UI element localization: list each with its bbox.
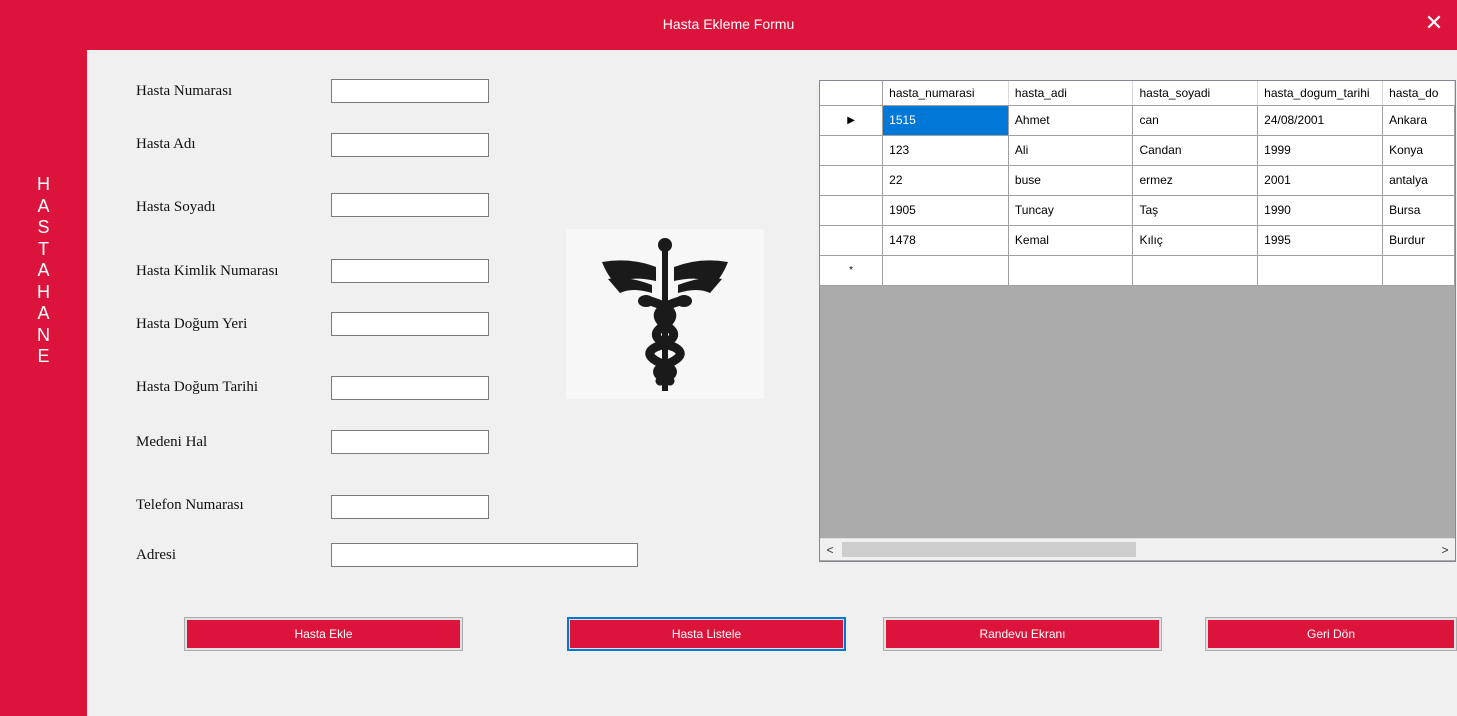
table-row[interactable]: 22 buse ermez 2001 antalya bbox=[820, 165, 1455, 196]
grid-corner-header[interactable] bbox=[820, 81, 884, 106]
label-hasta-kimlik-numarasi: Hasta Kimlik Numarası bbox=[136, 263, 279, 279]
table-cell[interactable]: Kılıç bbox=[1132, 225, 1259, 256]
title-bar: Hasta Ekleme Formu ✕ bbox=[0, 0, 1457, 50]
hasta-ekle-button[interactable]: Hasta Ekle bbox=[184, 617, 463, 651]
row-header[interactable] bbox=[820, 225, 884, 256]
geri-don-button[interactable]: Geri Dön bbox=[1205, 617, 1457, 651]
table-cell[interactable]: Bursa bbox=[1382, 195, 1455, 226]
randevu-ekrani-label: Randevu Ekranı bbox=[886, 620, 1159, 648]
scrollbar-thumb[interactable] bbox=[842, 542, 1136, 557]
table-cell[interactable]: 24/08/2001 bbox=[1257, 105, 1384, 136]
banner-letter: A bbox=[37, 260, 50, 280]
current-row-icon[interactable]: ▶ bbox=[820, 105, 884, 136]
grid-header-row: hasta_numarasi hasta_adi hasta_soyadi ha… bbox=[820, 81, 1455, 106]
patients-data-grid[interactable]: hasta_numarasi hasta_adi hasta_soyadi ha… bbox=[819, 80, 1456, 562]
hasta-kimlik-numarasi-input[interactable] bbox=[331, 259, 489, 283]
randevu-ekrani-button[interactable]: Randevu Ekranı bbox=[883, 617, 1162, 651]
table-cell[interactable]: 1515 bbox=[882, 105, 1009, 136]
table-cell[interactable]: 2001 bbox=[1257, 165, 1384, 196]
hasta-listele-button[interactable]: Hasta Listele bbox=[567, 617, 846, 651]
telefon-numarasi-input[interactable] bbox=[331, 495, 489, 519]
table-cell[interactable]: 123 bbox=[882, 135, 1009, 166]
table-cell[interactable]: Burdur bbox=[1382, 225, 1455, 256]
adresi-input[interactable] bbox=[331, 543, 638, 567]
table-cell[interactable] bbox=[1382, 255, 1455, 286]
table-cell[interactable]: Konya bbox=[1382, 135, 1455, 166]
vertical-hastahane-text: H A S T A H A N E bbox=[0, 174, 87, 368]
hasta-soyadi-input[interactable] bbox=[331, 193, 489, 217]
new-row-icon[interactable]: * bbox=[820, 255, 884, 286]
label-hasta-soyadi: Hasta Soyadı bbox=[136, 199, 216, 215]
table-cell[interactable]: Taş bbox=[1132, 195, 1259, 226]
label-adresi: Adresi bbox=[136, 547, 176, 563]
table-cell[interactable]: Kemal bbox=[1008, 225, 1134, 256]
banner-letter: N bbox=[37, 324, 50, 345]
table-cell[interactable]: antalya bbox=[1382, 165, 1455, 196]
table-row[interactable]: 123 Ali Candan 1999 Konya bbox=[820, 135, 1455, 166]
column-header[interactable]: hasta_adi bbox=[1008, 81, 1134, 106]
hasta-dogum-tarihi-input[interactable] bbox=[331, 376, 489, 400]
table-cell[interactable]: 1905 bbox=[882, 195, 1009, 226]
scroll-left-icon[interactable]: < bbox=[820, 539, 840, 561]
scroll-right-icon[interactable]: > bbox=[1435, 539, 1455, 561]
table-cell[interactable]: 1999 bbox=[1257, 135, 1384, 166]
caduceus-icon bbox=[566, 229, 764, 399]
table-cell[interactable]: Ahmet bbox=[1008, 105, 1134, 136]
label-hasta-dogum-tarihi: Hasta Doğum Tarihi bbox=[136, 379, 258, 395]
banner-letter: S bbox=[37, 217, 50, 237]
table-cell[interactable]: Tuncay bbox=[1008, 195, 1134, 226]
table-cell[interactable] bbox=[1257, 255, 1384, 286]
label-telefon-numarasi: Telefon Numarası bbox=[136, 497, 244, 513]
table-cell[interactable]: 1995 bbox=[1257, 225, 1384, 256]
label-hasta-adi: Hasta Adı bbox=[136, 136, 196, 152]
row-header[interactable] bbox=[820, 195, 884, 226]
banner-letter: E bbox=[37, 346, 50, 366]
window-title: Hasta Ekleme Formu bbox=[662, 16, 795, 32]
close-icon[interactable]: ✕ bbox=[1419, 8, 1449, 38]
banner-letter: A bbox=[37, 195, 50, 216]
label-hasta-numarasi: Hasta Numarası bbox=[136, 83, 233, 99]
banner-letter: H bbox=[37, 174, 50, 194]
column-header[interactable]: hasta_soyadi bbox=[1132, 81, 1259, 106]
new-row[interactable]: * bbox=[820, 255, 1455, 286]
table-cell[interactable]: ermez bbox=[1132, 165, 1259, 196]
table-cell[interactable] bbox=[1008, 255, 1134, 286]
row-header[interactable] bbox=[820, 165, 884, 196]
table-cell[interactable]: 1990 bbox=[1257, 195, 1384, 226]
table-cell[interactable]: 22 bbox=[882, 165, 1009, 196]
banner-letter: H bbox=[37, 281, 50, 302]
table-cell[interactable] bbox=[882, 255, 1009, 286]
table-row[interactable]: ▶ 1515 Ahmet can 24/08/2001 Ankara bbox=[820, 105, 1455, 136]
row-header[interactable] bbox=[820, 135, 884, 166]
table-row[interactable]: 1478 Kemal Kılıç 1995 Burdur bbox=[820, 225, 1455, 256]
table-cell[interactable]: Ali bbox=[1008, 135, 1134, 166]
column-header[interactable]: hasta_dogum_tarihi bbox=[1257, 81, 1384, 106]
table-cell[interactable]: 1478 bbox=[882, 225, 1009, 256]
hasta-adi-input[interactable] bbox=[331, 133, 489, 157]
table-cell[interactable]: Candan bbox=[1132, 135, 1259, 166]
hasta-dogum-yeri-input[interactable] bbox=[331, 312, 489, 336]
column-header[interactable]: hasta_numarasi bbox=[882, 81, 1009, 106]
table-cell[interactable] bbox=[1132, 255, 1259, 286]
label-medeni-hal: Medeni Hal bbox=[136, 434, 208, 450]
medeni-hal-input[interactable] bbox=[331, 430, 489, 454]
column-header[interactable]: hasta_do bbox=[1382, 81, 1455, 106]
table-cell[interactable]: buse bbox=[1008, 165, 1134, 196]
banner-letter: T bbox=[38, 238, 49, 259]
hasta-ekle-label: Hasta Ekle bbox=[187, 620, 460, 648]
label-hasta-dogum-yeri: Hasta Doğum Yeri bbox=[136, 316, 248, 332]
hasta-listele-label: Hasta Listele bbox=[570, 620, 843, 648]
table-row[interactable]: 1905 Tuncay Taş 1990 Bursa bbox=[820, 195, 1455, 226]
table-cell[interactable]: Ankara bbox=[1382, 105, 1455, 136]
horizontal-scrollbar[interactable]: < > bbox=[820, 538, 1455, 560]
banner-letter: A bbox=[37, 303, 50, 323]
geri-don-label: Geri Dön bbox=[1208, 620, 1454, 648]
table-cell[interactable]: can bbox=[1132, 105, 1259, 136]
hasta-numarasi-input[interactable] bbox=[331, 79, 489, 103]
sidebar-banner: H A S T A H A N E bbox=[0, 50, 87, 716]
